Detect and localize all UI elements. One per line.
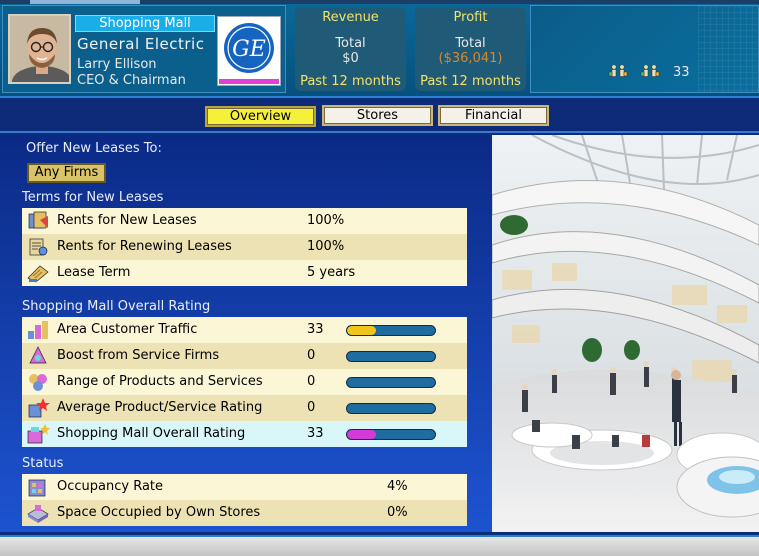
own-space-icon — [27, 505, 49, 523]
revenue-total-label: Total — [335, 36, 366, 51]
row-value: 0 — [307, 374, 316, 389]
profit-label: Profit — [453, 10, 488, 25]
terms-section-title: Terms for New Leases — [22, 190, 164, 205]
status-row-occupancy[interactable]: Occupancy Rate 4% — [22, 474, 467, 500]
tab-financial[interactable]: Financial — [438, 105, 549, 126]
rating-section-title: Shopping Mall Overall Rating — [22, 299, 211, 314]
rent-icon — [28, 211, 48, 229]
ceo-title: CEO & Chairman — [77, 73, 186, 88]
meter-fill — [347, 430, 377, 439]
bottom-status-bar — [0, 535, 759, 556]
terms-table: Rents for New Leases 100% Rents for Rene… — [22, 208, 467, 286]
mall-rating-icon — [27, 424, 50, 444]
row-value: 0% — [387, 505, 408, 520]
row-label: Rents for New Leases — [57, 213, 197, 228]
ceo-avatar[interactable] — [8, 14, 71, 84]
rating-row-overall[interactable]: Shopping Mall Overall Rating 33 — [22, 421, 467, 447]
overview-panel: Offer New Leases To: Any Firms Terms for… — [0, 135, 492, 532]
profit-period: Past 12 months — [420, 74, 521, 89]
meter-fill — [347, 326, 377, 335]
shoppers-icon — [608, 64, 668, 86]
tab-stores[interactable]: Stores — [322, 105, 433, 126]
rating-row-traffic[interactable]: Area Customer Traffic 33 — [22, 317, 467, 343]
row-value: 0 — [307, 348, 316, 363]
profit-value: ($36,041) — [438, 51, 503, 66]
row-value: 5 years — [307, 265, 356, 280]
terms-row-new-leases[interactable]: Rents for New Leases 100% — [22, 208, 467, 234]
traffic-meter — [346, 325, 436, 336]
top-strip-tab — [30, 0, 140, 4]
row-value: 4% — [387, 479, 408, 494]
renewal-icon — [29, 238, 48, 256]
visitor-count: 33 — [673, 65, 690, 80]
visitor-panel: 33 — [530, 5, 759, 93]
row-label: Occupancy Rate — [57, 479, 164, 494]
mall-interior-image — [492, 135, 759, 532]
row-label: Lease Term — [57, 265, 131, 280]
terms-row-lease-term[interactable]: Lease Term 5 years — [22, 260, 467, 286]
star-rating-icon — [28, 398, 50, 418]
company-name: General Electric — [77, 35, 205, 53]
any-firms-button[interactable]: Any Firms — [27, 163, 106, 183]
ceo-name: Larry Ellison — [77, 57, 157, 72]
terms-row-renewing-leases[interactable]: Rents for Renewing Leases 100% — [22, 234, 467, 260]
company-color-bar — [219, 79, 279, 84]
rating-row-range[interactable]: Range of Products and Services 0 — [22, 369, 467, 395]
occupancy-icon — [28, 479, 46, 497]
row-value: 100% — [307, 213, 345, 228]
rating-table: Area Customer Traffic 33 Boost from Serv… — [22, 317, 467, 447]
revenue-label: Revenue — [322, 10, 379, 25]
range-meter — [346, 377, 436, 388]
service-icon — [29, 346, 47, 364]
row-label: Area Customer Traffic — [57, 322, 198, 337]
header: Shopping Mall General Electric Larry Ell… — [0, 0, 759, 98]
revenue-panel[interactable]: Revenue Total $0 Past 12 months — [295, 7, 406, 91]
logo-text: GE — [232, 37, 266, 62]
ge-logo-icon: GE — [224, 23, 274, 73]
traffic-icon — [28, 321, 48, 339]
row-label: Space Occupied by Own Stores — [57, 505, 261, 520]
row-label: Range of Products and Services — [57, 374, 263, 389]
row-label: Shopping Mall Overall Rating — [57, 426, 246, 441]
overall-rating-meter — [346, 429, 436, 440]
row-label: Boost from Service Firms — [57, 348, 220, 363]
row-label: Rents for Renewing Leases — [57, 239, 232, 254]
profit-panel[interactable]: Profit Total ($36,041) Past 12 months — [415, 7, 526, 91]
rating-row-average[interactable]: Average Product/Service Rating 0 — [22, 395, 467, 421]
profile-panel: Shopping Mall General Electric Larry Ell… — [2, 5, 286, 93]
revenue-value: $0 — [342, 51, 359, 66]
status-section-title: Status — [22, 456, 64, 471]
row-value: 100% — [307, 239, 345, 254]
tab-overview[interactable]: Overview — [205, 106, 316, 127]
offer-leases-label: Offer New Leases To: — [26, 141, 162, 156]
revenue-period: Past 12 months — [300, 74, 401, 89]
lease-term-icon — [27, 265, 49, 283]
top-strip — [0, 0, 759, 4]
average-rating-meter — [346, 403, 436, 414]
status-table: Occupancy Rate 4% Space Occupied by Own … — [22, 474, 467, 526]
range-icon — [29, 374, 47, 391]
mall-type-label[interactable]: Shopping Mall — [75, 15, 215, 32]
row-value: 33 — [307, 426, 324, 441]
row-value: 0 — [307, 400, 316, 415]
tabs-bar: Overview Stores Financial — [0, 100, 759, 133]
rating-row-service-boost[interactable]: Boost from Service Firms 0 — [22, 343, 467, 369]
row-value: 33 — [307, 322, 324, 337]
status-row-own-space[interactable]: Space Occupied by Own Stores 0% — [22, 500, 467, 526]
row-label: Average Product/Service Rating — [57, 400, 263, 415]
company-logo[interactable]: GE — [217, 16, 281, 86]
panel-grid — [698, 6, 758, 92]
profit-total-label: Total — [455, 36, 486, 51]
service-meter — [346, 351, 436, 362]
